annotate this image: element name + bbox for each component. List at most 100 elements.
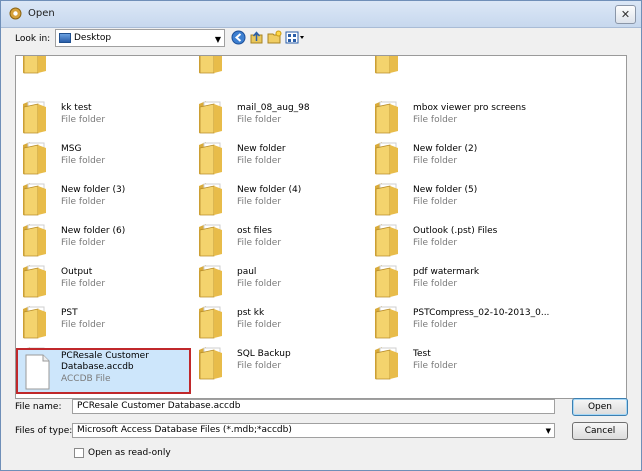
- folder-item[interactable]: pdf watermark File folder: [368, 261, 540, 299]
- files-of-type-value: Microsoft Access Database Files (*.mdb;*…: [77, 425, 292, 435]
- folder-item[interactable]: Outlook (.pst) Files File folder: [368, 220, 540, 258]
- desktop-icon: [59, 33, 71, 43]
- item-name: pdf watermark: [413, 267, 480, 277]
- back-icon[interactable]: [231, 30, 246, 45]
- folder-item[interactable]: New folder (5) File folder: [368, 179, 540, 217]
- item-type: File folder: [413, 279, 458, 289]
- look-in-label: Look in:: [15, 34, 51, 44]
- folder-icon: [20, 303, 48, 339]
- folder-icon: [372, 344, 400, 380]
- look-in-dropdown[interactable]: Desktop ▼: [55, 29, 225, 47]
- folder-item[interactable]: New folder (2) File folder: [368, 138, 540, 176]
- item-name: MSG: [61, 144, 82, 154]
- folder-item[interactable]: File folder: [192, 56, 364, 88]
- file-name-label: File name:: [15, 402, 62, 412]
- folder-item[interactable]: pst kk File folder: [192, 302, 364, 340]
- folder-item[interactable]: New folder File folder: [192, 138, 364, 176]
- view-menu-icon[interactable]: [285, 30, 307, 45]
- up-folder-icon[interactable]: [249, 30, 264, 45]
- folder-item[interactable]: mbox viewer pro screens File folder: [368, 97, 540, 135]
- folder-item[interactable]: paul File folder: [192, 261, 364, 299]
- folder-icon: [20, 221, 48, 257]
- folder-item[interactable]: PST File folder: [16, 302, 188, 340]
- item-name: PCResale Customer Database.accdb: [61, 351, 149, 372]
- item-type: File folder: [237, 279, 282, 289]
- close-icon: ✕: [620, 8, 631, 21]
- files-of-type-dropdown[interactable]: Microsoft Access Database Files (*.mdb;*…: [72, 423, 555, 438]
- open-button[interactable]: Open: [572, 398, 628, 416]
- folder-icon: [20, 262, 48, 298]
- new-folder-icon[interactable]: [267, 30, 282, 45]
- item-name: Output: [61, 267, 93, 277]
- folder-icon: [196, 303, 224, 339]
- item-name: New folder (3): [61, 185, 126, 195]
- folder-item[interactable]: File folder: [368, 56, 540, 88]
- folder-icon: [372, 98, 400, 134]
- file-item[interactable]: PCResale Customer Database.accdb ACCDB Fi…: [16, 348, 191, 394]
- item-type: File folder: [413, 320, 458, 330]
- folder-icon: [196, 98, 224, 134]
- close-button[interactable]: ✕: [615, 5, 636, 24]
- folder-icon: [372, 56, 400, 74]
- item-type: File folder: [413, 115, 458, 125]
- folder-item[interactable]: Test File folder: [368, 343, 540, 381]
- item-name: New folder (4): [237, 185, 302, 195]
- folder-item[interactable]: File folder: [16, 56, 188, 88]
- item-type: File folder: [237, 115, 282, 125]
- file-list[interactable]: File folderFile folderFile folderkk test…: [15, 55, 627, 399]
- item-type: File folder: [237, 320, 282, 330]
- item-type: File folder: [61, 115, 106, 125]
- item-name: pst kk: [237, 308, 265, 318]
- folder-icon: [20, 56, 48, 74]
- folder-item[interactable]: New folder (3) File folder: [16, 179, 188, 217]
- item-name: ost files: [237, 226, 272, 236]
- item-name: paul: [237, 267, 257, 277]
- folder-icon: [372, 303, 400, 339]
- item-name: New folder (5): [413, 185, 478, 195]
- file-name-field[interactable]: PCResale Customer Database.accdb: [72, 399, 555, 414]
- item-type: File folder: [61, 279, 106, 289]
- chevron-down-icon: ▼: [214, 35, 221, 44]
- document-icon: [23, 354, 51, 390]
- read-only-checkbox[interactable]: [74, 448, 84, 458]
- folder-item[interactable]: Output File folder: [16, 261, 188, 299]
- folder-item[interactable]: New folder (4) File folder: [192, 179, 364, 217]
- folder-item[interactable]: MSG File folder: [16, 138, 188, 176]
- folder-icon: [372, 262, 400, 298]
- item-type: File folder: [413, 361, 458, 371]
- item-type: File folder: [237, 156, 282, 166]
- folder-item[interactable]: SQL Backup File folder: [192, 343, 364, 381]
- item-type: File folder: [413, 156, 458, 166]
- item-type: ACCDB File: [61, 374, 111, 384]
- folder-item[interactable]: PSTCompress_02-10-2013_0... File folder: [368, 302, 549, 340]
- look-in-value: Desktop: [74, 33, 112, 43]
- item-type: File folder: [413, 197, 458, 207]
- folder-item[interactable]: mail_08_aug_98 File folder: [192, 97, 364, 135]
- item-name: kk test: [61, 103, 92, 113]
- item-name: mbox viewer pro screens: [413, 103, 526, 113]
- window-title: Open: [28, 8, 55, 19]
- folder-icon: [372, 221, 400, 257]
- folder-icon: [20, 180, 48, 216]
- cancel-button[interactable]: Cancel: [572, 422, 628, 440]
- item-type: File folder: [61, 320, 106, 330]
- folder-item[interactable]: kk test File folder: [16, 97, 188, 135]
- item-type: File folder: [237, 197, 282, 207]
- item-type: File folder: [237, 361, 282, 371]
- item-name: New folder: [237, 144, 286, 154]
- app-icon: [9, 7, 22, 20]
- folder-item[interactable]: ost files File folder: [192, 220, 364, 258]
- folder-icon: [196, 344, 224, 380]
- item-name: Outlook (.pst) Files: [413, 226, 498, 236]
- files-of-type-label: Files of type:: [15, 426, 73, 436]
- folder-icon: [196, 139, 224, 175]
- folder-icon: [196, 262, 224, 298]
- item-type: File folder: [237, 238, 282, 248]
- item-type: File folder: [61, 197, 106, 207]
- title-bar: Open ✕: [1, 1, 641, 28]
- folder-icon: [20, 139, 48, 175]
- folder-item[interactable]: New folder (6) File folder: [16, 220, 188, 258]
- item-name: Test: [413, 349, 431, 359]
- folder-icon: [196, 221, 224, 257]
- folder-icon: [372, 180, 400, 216]
